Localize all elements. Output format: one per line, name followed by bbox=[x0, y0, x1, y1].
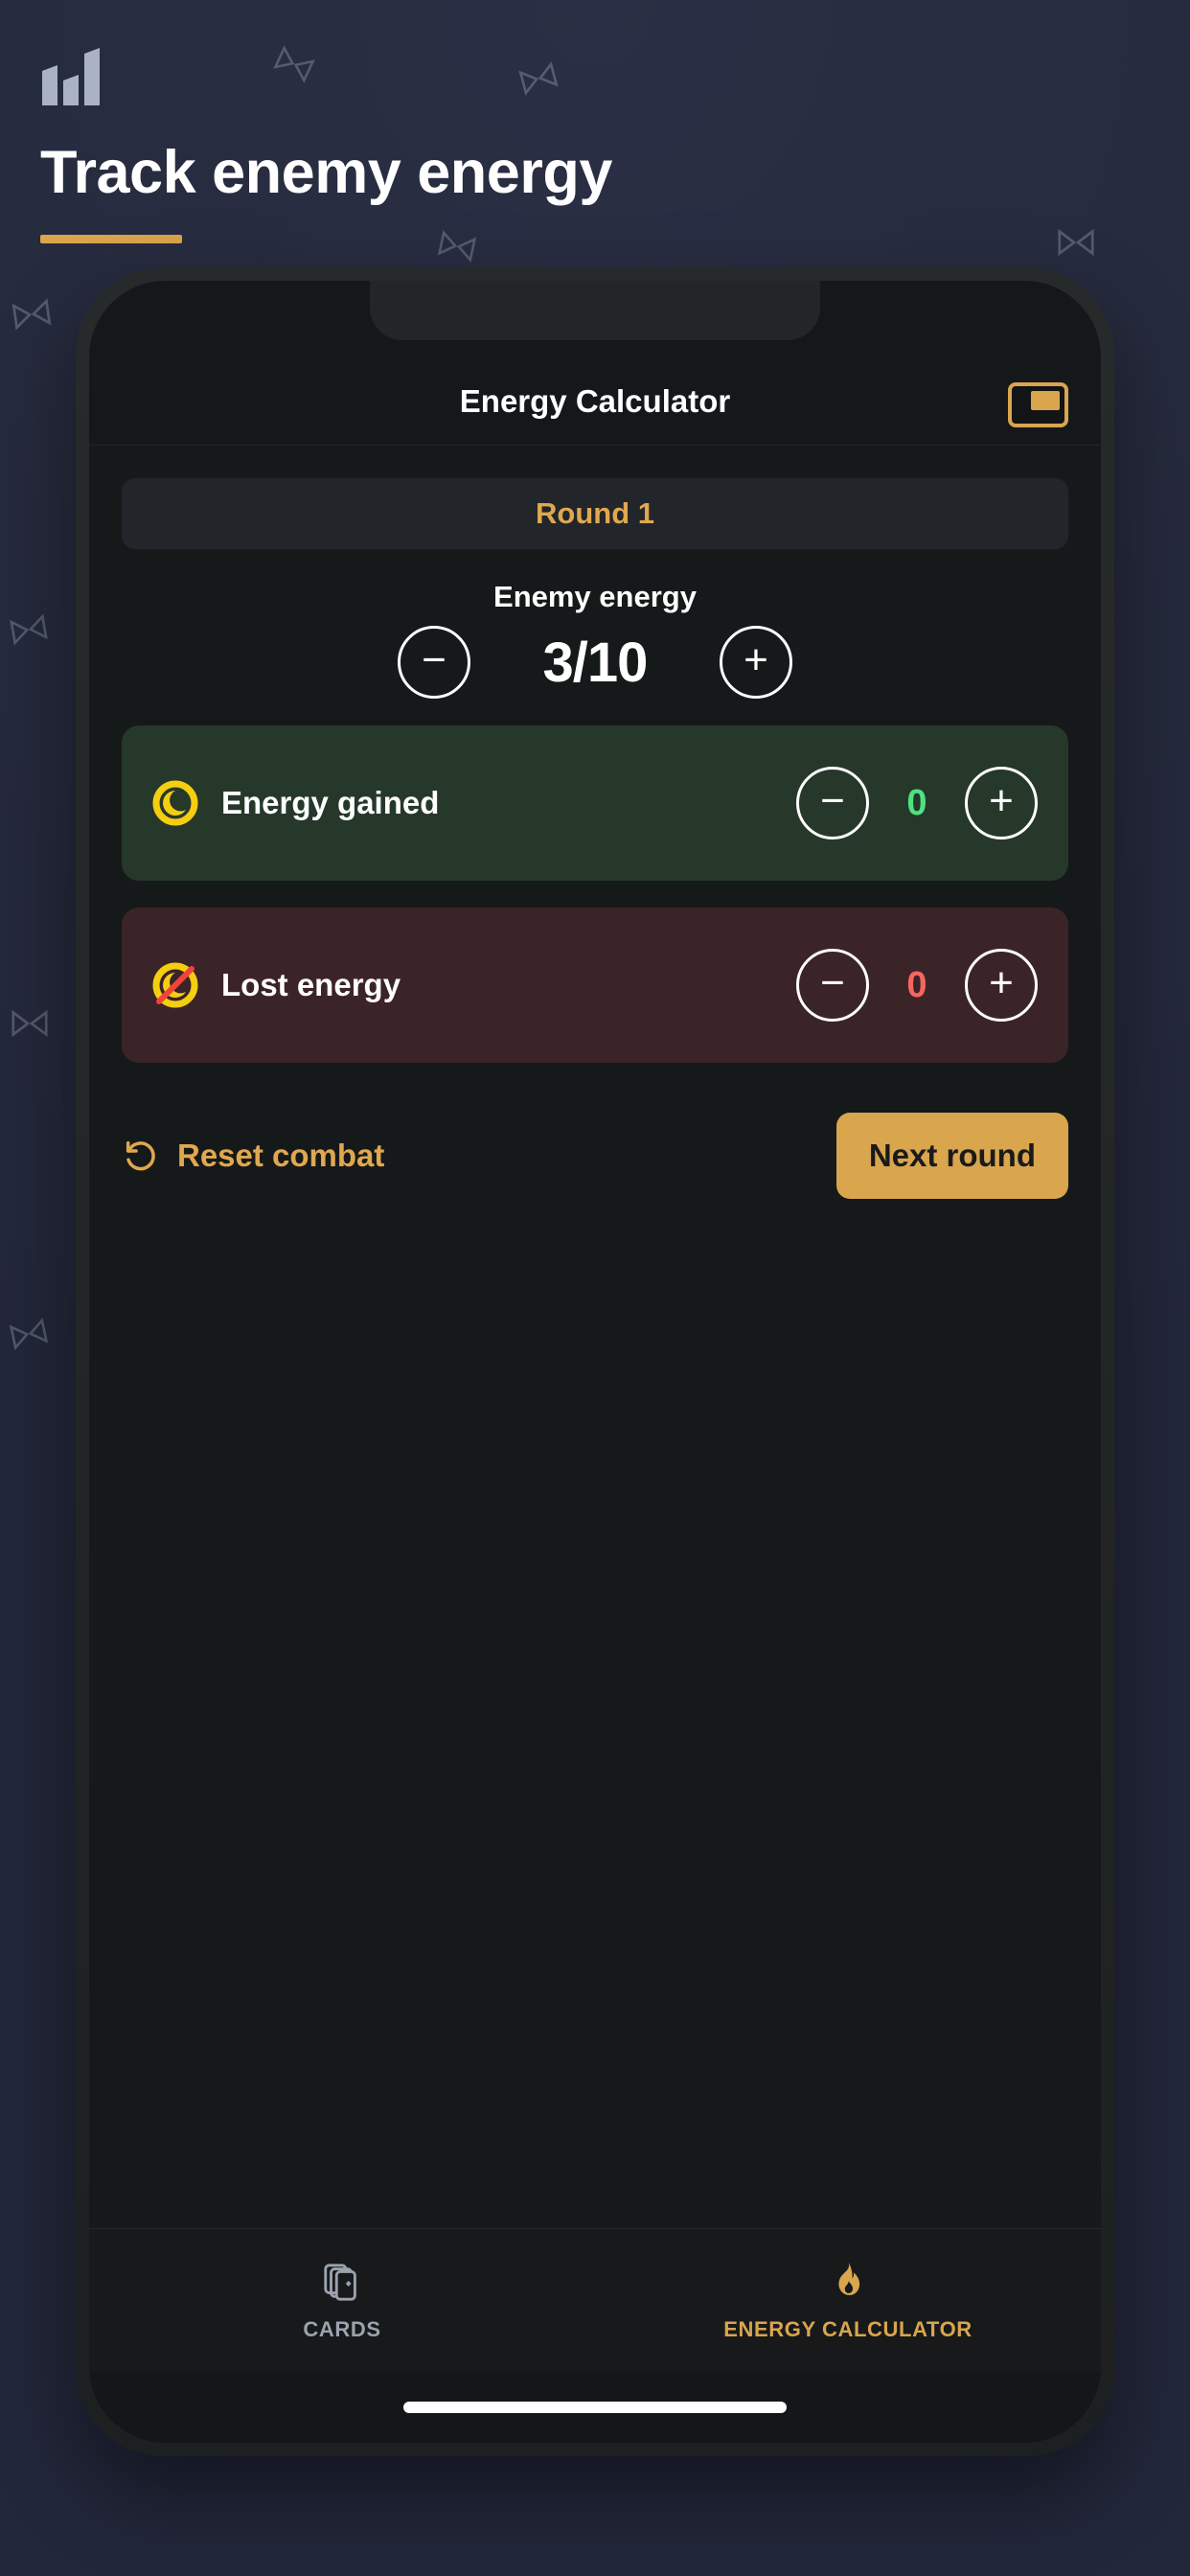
app-body: Round 1 Enemy energy − 3/10 + Energy gai… bbox=[89, 446, 1101, 2228]
enemy-energy-label: Enemy energy bbox=[493, 580, 697, 613]
lost-energy-value: 0 bbox=[906, 964, 927, 1005]
cards-stack-icon bbox=[324, 2263, 356, 2301]
decor-glyph bbox=[1054, 220, 1098, 264]
lost-energy-label: Lost energy bbox=[221, 967, 401, 1002]
next-round-button[interactable]: Next round bbox=[835, 1113, 1068, 1199]
tab-cards-label: CARDS bbox=[303, 2316, 381, 2341]
enemy-energy-value: 3/10 bbox=[542, 631, 649, 694]
bottom-tab-bar: CARDS ENERGY CALCULATOR bbox=[89, 2228, 1101, 2372]
tab-energy-calculator-label: ENERGY CALCULATOR bbox=[723, 2316, 973, 2341]
enemy-energy-decrement-button[interactable]: − bbox=[398, 626, 470, 699]
phone-notch bbox=[370, 281, 820, 340]
lost-energy-decrement-button[interactable]: − bbox=[796, 949, 869, 1022]
title-underline bbox=[40, 235, 182, 244]
page-title: Track enemy energy bbox=[40, 139, 612, 206]
energy-gained-card: Energy gained − 0 + bbox=[122, 725, 1068, 881]
decor-glyph bbox=[8, 1001, 52, 1046]
home-indicator[interactable] bbox=[403, 2402, 787, 2413]
app-title: Energy Calculator bbox=[459, 383, 731, 419]
energy-gained-label: Energy gained bbox=[221, 785, 440, 820]
hero-section: Track enemy energy bbox=[40, 48, 903, 244]
flame-icon bbox=[838, 2262, 860, 2295]
lost-energy-card: Lost energy − 0 + bbox=[122, 908, 1068, 1063]
energy-gained-increment-button[interactable]: + bbox=[965, 767, 1038, 840]
round-indicator: Round 1 bbox=[122, 478, 1068, 549]
picture-in-picture-icon[interactable] bbox=[1008, 382, 1068, 427]
reset-combat-label: Reset combat bbox=[177, 1138, 385, 1173]
bar-chart-icon bbox=[42, 48, 100, 105]
energy-swirl-struck-icon bbox=[152, 962, 198, 1008]
round-label: Round 1 bbox=[536, 496, 654, 530]
energy-swirl-icon bbox=[152, 780, 198, 826]
decor-glyph bbox=[4, 1309, 54, 1359]
reset-combat-button[interactable]: Reset combat bbox=[122, 1137, 384, 1175]
phone-screen: Energy Calculator Round 1 Enemy energy −… bbox=[89, 281, 1101, 2443]
actions-row: Reset combat Next round bbox=[122, 1113, 1068, 1199]
phone-frame: Energy Calculator Round 1 Enemy energy −… bbox=[76, 267, 1114, 2456]
decor-glyph bbox=[5, 606, 54, 655]
lost-energy-controls: − 0 + bbox=[796, 949, 1038, 1022]
decor-glyph bbox=[7, 289, 57, 339]
enemy-energy-counter: − 3/10 + bbox=[122, 626, 1068, 699]
tab-cards[interactable]: CARDS bbox=[89, 2229, 595, 2372]
energy-gained-decrement-button[interactable]: − bbox=[796, 767, 869, 840]
page-root: Track enemy energy Energy Calculator Rou… bbox=[0, 0, 1190, 2576]
lost-energy-increment-button[interactable]: + bbox=[965, 949, 1038, 1022]
tab-energy-calculator[interactable]: ENERGY CALCULATOR bbox=[595, 2229, 1101, 2372]
energy-gained-controls: − 0 + bbox=[796, 767, 1038, 840]
enemy-energy-increment-button[interactable]: + bbox=[720, 626, 792, 699]
energy-gained-value: 0 bbox=[906, 782, 927, 823]
rotate-ccw-icon bbox=[126, 1140, 155, 1171]
home-indicator-area bbox=[89, 2372, 1101, 2443]
